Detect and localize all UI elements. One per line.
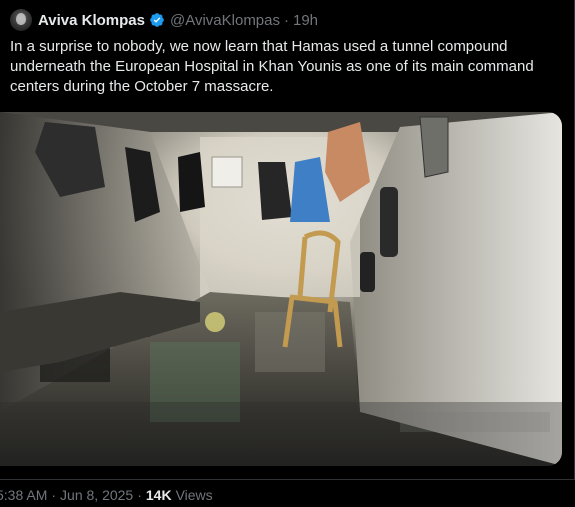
author-handle[interactable]: @AvivaKlompas bbox=[170, 12, 280, 29]
post-time[interactable]: 19h bbox=[293, 12, 318, 29]
author-avatar[interactable] bbox=[10, 9, 32, 31]
header-separator: · bbox=[284, 11, 289, 29]
verified-badge-icon bbox=[149, 12, 165, 28]
views-label: Views bbox=[175, 487, 213, 503]
post-footer: 5:38 AM · Jun 8, 2025 · 14K Views bbox=[0, 485, 213, 505]
tunnel-photo-icon bbox=[0, 112, 562, 466]
author-display-name[interactable]: Aviva Klompas bbox=[38, 12, 145, 29]
post-media-image[interactable] bbox=[0, 112, 562, 466]
post-timestamp[interactable]: 5:38 AM bbox=[0, 487, 47, 503]
post-date[interactable]: Jun 8, 2025 bbox=[60, 487, 133, 503]
footer-separator: · bbox=[137, 487, 142, 503]
post-card[interactable]: Aviva Klompas @AvivaKlompas · 19h In a s… bbox=[0, 0, 575, 480]
post-header: Aviva Klompas @AvivaKlompas · 19h bbox=[38, 10, 318, 30]
footer-separator: · bbox=[51, 487, 57, 503]
post-text: In a surprise to nobody, we now learn th… bbox=[10, 38, 534, 95]
views-count[interactable]: 14K bbox=[146, 487, 172, 503]
